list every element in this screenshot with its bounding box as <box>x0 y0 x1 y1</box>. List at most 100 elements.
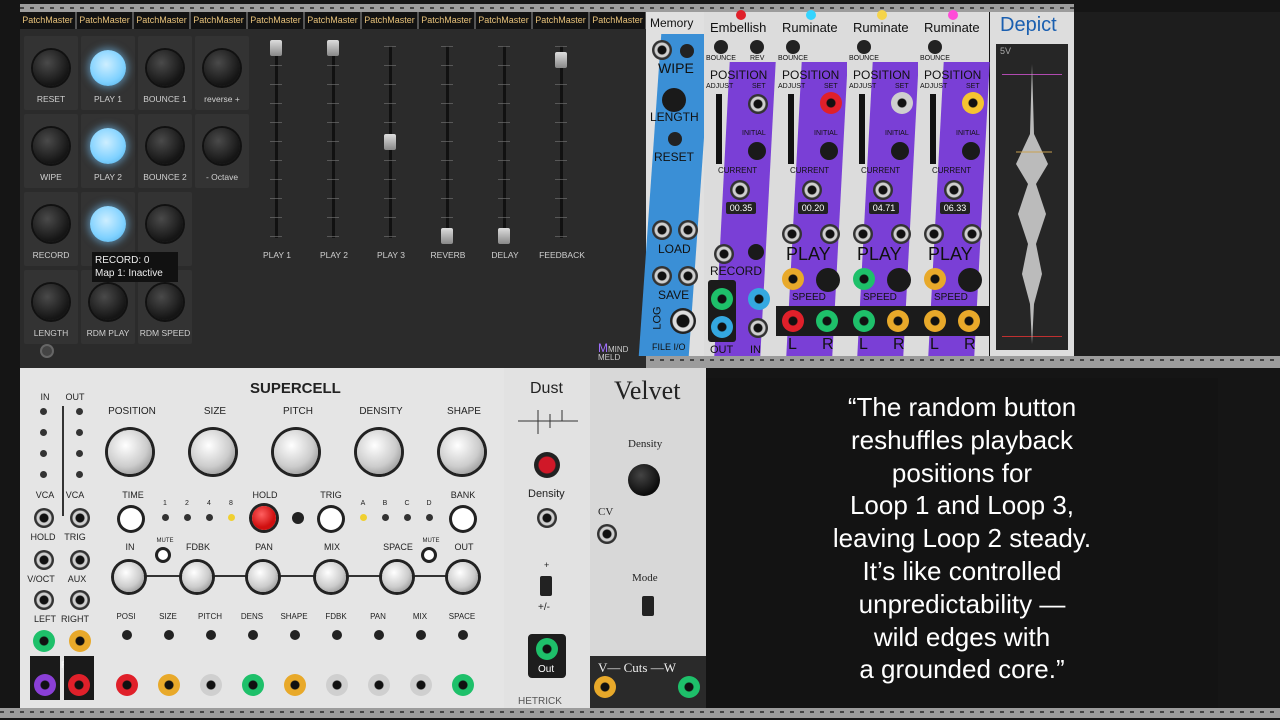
play-jack-2[interactable] <box>820 224 840 244</box>
map-knob[interactable] <box>33 206 69 242</box>
dust-out-cable[interactable] <box>536 638 558 660</box>
time-button[interactable] <box>120 508 142 530</box>
polarity-switch[interactable] <box>540 576 552 596</box>
patchmaster-tile[interactable]: PLAY 2 <box>81 114 135 188</box>
load-jack-1[interactable] <box>652 220 672 240</box>
velvet-out-r-cable[interactable] <box>678 676 700 698</box>
big-knob[interactable] <box>191 430 235 474</box>
mid-knob[interactable] <box>382 562 412 592</box>
patchmaster-tile[interactable]: WIPE <box>24 114 78 188</box>
mid-knob[interactable] <box>114 562 144 592</box>
cv-cable[interactable] <box>368 674 390 696</box>
attenuator-knob[interactable] <box>458 630 468 640</box>
map-button[interactable] <box>90 206 126 242</box>
patchmaster-tile[interactable]: reverse + <box>195 36 249 110</box>
speed-knob[interactable] <box>958 268 982 292</box>
bank-button[interactable] <box>452 508 474 530</box>
out-l-cable[interactable] <box>924 310 946 332</box>
cv-jack[interactable] <box>70 590 90 610</box>
density-led-knob[interactable] <box>534 452 560 478</box>
attenuator-knob[interactable] <box>164 630 174 640</box>
left-out-cable[interactable] <box>34 674 56 696</box>
initial-knob[interactable] <box>891 142 909 160</box>
length-knob[interactable] <box>662 88 686 112</box>
speed-cv-cable[interactable] <box>782 268 804 290</box>
cv-cable[interactable] <box>158 674 180 696</box>
out-l-cable[interactable] <box>711 288 733 310</box>
current-jack[interactable] <box>730 180 750 200</box>
cv-cable[interactable] <box>410 674 432 696</box>
initial-knob[interactable] <box>748 142 766 160</box>
speed-knob[interactable] <box>816 268 840 292</box>
trig-button[interactable] <box>320 508 342 530</box>
load-jack-2[interactable] <box>678 220 698 240</box>
patchmaster-tile[interactable]: RESET <box>24 36 78 110</box>
cv-jack[interactable] <box>34 550 54 570</box>
fader-handle[interactable] <box>327 40 339 56</box>
big-knob[interactable] <box>108 430 152 474</box>
cv-cable[interactable] <box>242 674 264 696</box>
big-knob[interactable] <box>440 430 484 474</box>
bounce-knob[interactable] <box>786 40 800 54</box>
play-jack[interactable] <box>924 224 944 244</box>
current-jack[interactable] <box>802 180 822 200</box>
record-knob[interactable] <box>748 244 764 260</box>
bounce-knob[interactable] <box>857 40 871 54</box>
cv-jack[interactable] <box>34 590 54 610</box>
map-button[interactable] <box>90 50 126 86</box>
map-knob[interactable] <box>147 284 183 320</box>
bounce-knob[interactable] <box>928 40 942 54</box>
save-jack-1[interactable] <box>652 266 672 286</box>
patchmaster-tile[interactable]: PLAY 1 <box>81 36 135 110</box>
attenuator-knob[interactable] <box>206 630 216 640</box>
patchmaster-tile[interactable]: LENGTH <box>24 270 78 344</box>
cv-cable[interactable] <box>326 674 348 696</box>
velvet-out-l-cable[interactable] <box>594 676 616 698</box>
right-out-cable[interactable] <box>68 674 90 696</box>
attenuator-knob[interactable] <box>122 630 132 640</box>
map-knob[interactable] <box>204 50 240 86</box>
rev-knob[interactable] <box>750 40 764 54</box>
attenuator-knob[interactable] <box>416 630 426 640</box>
adjust-slider[interactable] <box>930 94 936 164</box>
map-knob[interactable] <box>33 50 69 86</box>
adjust-slider[interactable] <box>859 94 865 164</box>
speed-cv-cable[interactable] <box>853 268 875 290</box>
current-jack[interactable] <box>873 180 893 200</box>
wipe-knob[interactable] <box>680 44 694 58</box>
record-jack[interactable] <box>714 244 734 264</box>
patchmaster-tile[interactable]: RECORD <box>24 192 78 266</box>
set-jack[interactable] <box>962 92 984 114</box>
initial-knob[interactable] <box>820 142 838 160</box>
initial-knob[interactable] <box>962 142 980 160</box>
map-knob[interactable] <box>33 284 69 320</box>
patchmaster-tile[interactable]: - Octave <box>195 114 249 188</box>
big-knob[interactable] <box>357 430 401 474</box>
attenuator-knob[interactable] <box>248 630 258 640</box>
cv-cable[interactable] <box>116 674 138 696</box>
density-cv-jack[interactable] <box>537 508 557 528</box>
fader-handle[interactable] <box>441 228 453 244</box>
cv-jack[interactable] <box>70 508 90 528</box>
adjust-slider[interactable] <box>788 94 794 164</box>
mute-in-button[interactable] <box>158 550 168 560</box>
set-jack[interactable] <box>891 92 913 114</box>
play-jack[interactable] <box>853 224 873 244</box>
out-l-cable[interactable] <box>853 310 875 332</box>
out-l-cable[interactable] <box>782 310 804 332</box>
wipe-input-jack[interactable] <box>652 40 672 60</box>
map-knob[interactable] <box>204 128 240 164</box>
map-knob[interactable] <box>147 206 183 242</box>
play-jack[interactable] <box>782 224 802 244</box>
patchmaster-tile[interactable]: BOUNCE 2 <box>138 114 192 188</box>
current-jack[interactable] <box>944 180 964 200</box>
mid-knob[interactable] <box>248 562 278 592</box>
adjust-slider[interactable] <box>716 94 722 164</box>
file-io-button[interactable] <box>670 308 696 334</box>
cv-jack[interactable] <box>34 508 54 528</box>
big-knob[interactable] <box>274 430 318 474</box>
fader-handle[interactable] <box>384 134 396 150</box>
mid-knob[interactable] <box>448 562 478 592</box>
speed-cv-cable[interactable] <box>924 268 946 290</box>
attenuator-knob[interactable] <box>290 630 300 640</box>
